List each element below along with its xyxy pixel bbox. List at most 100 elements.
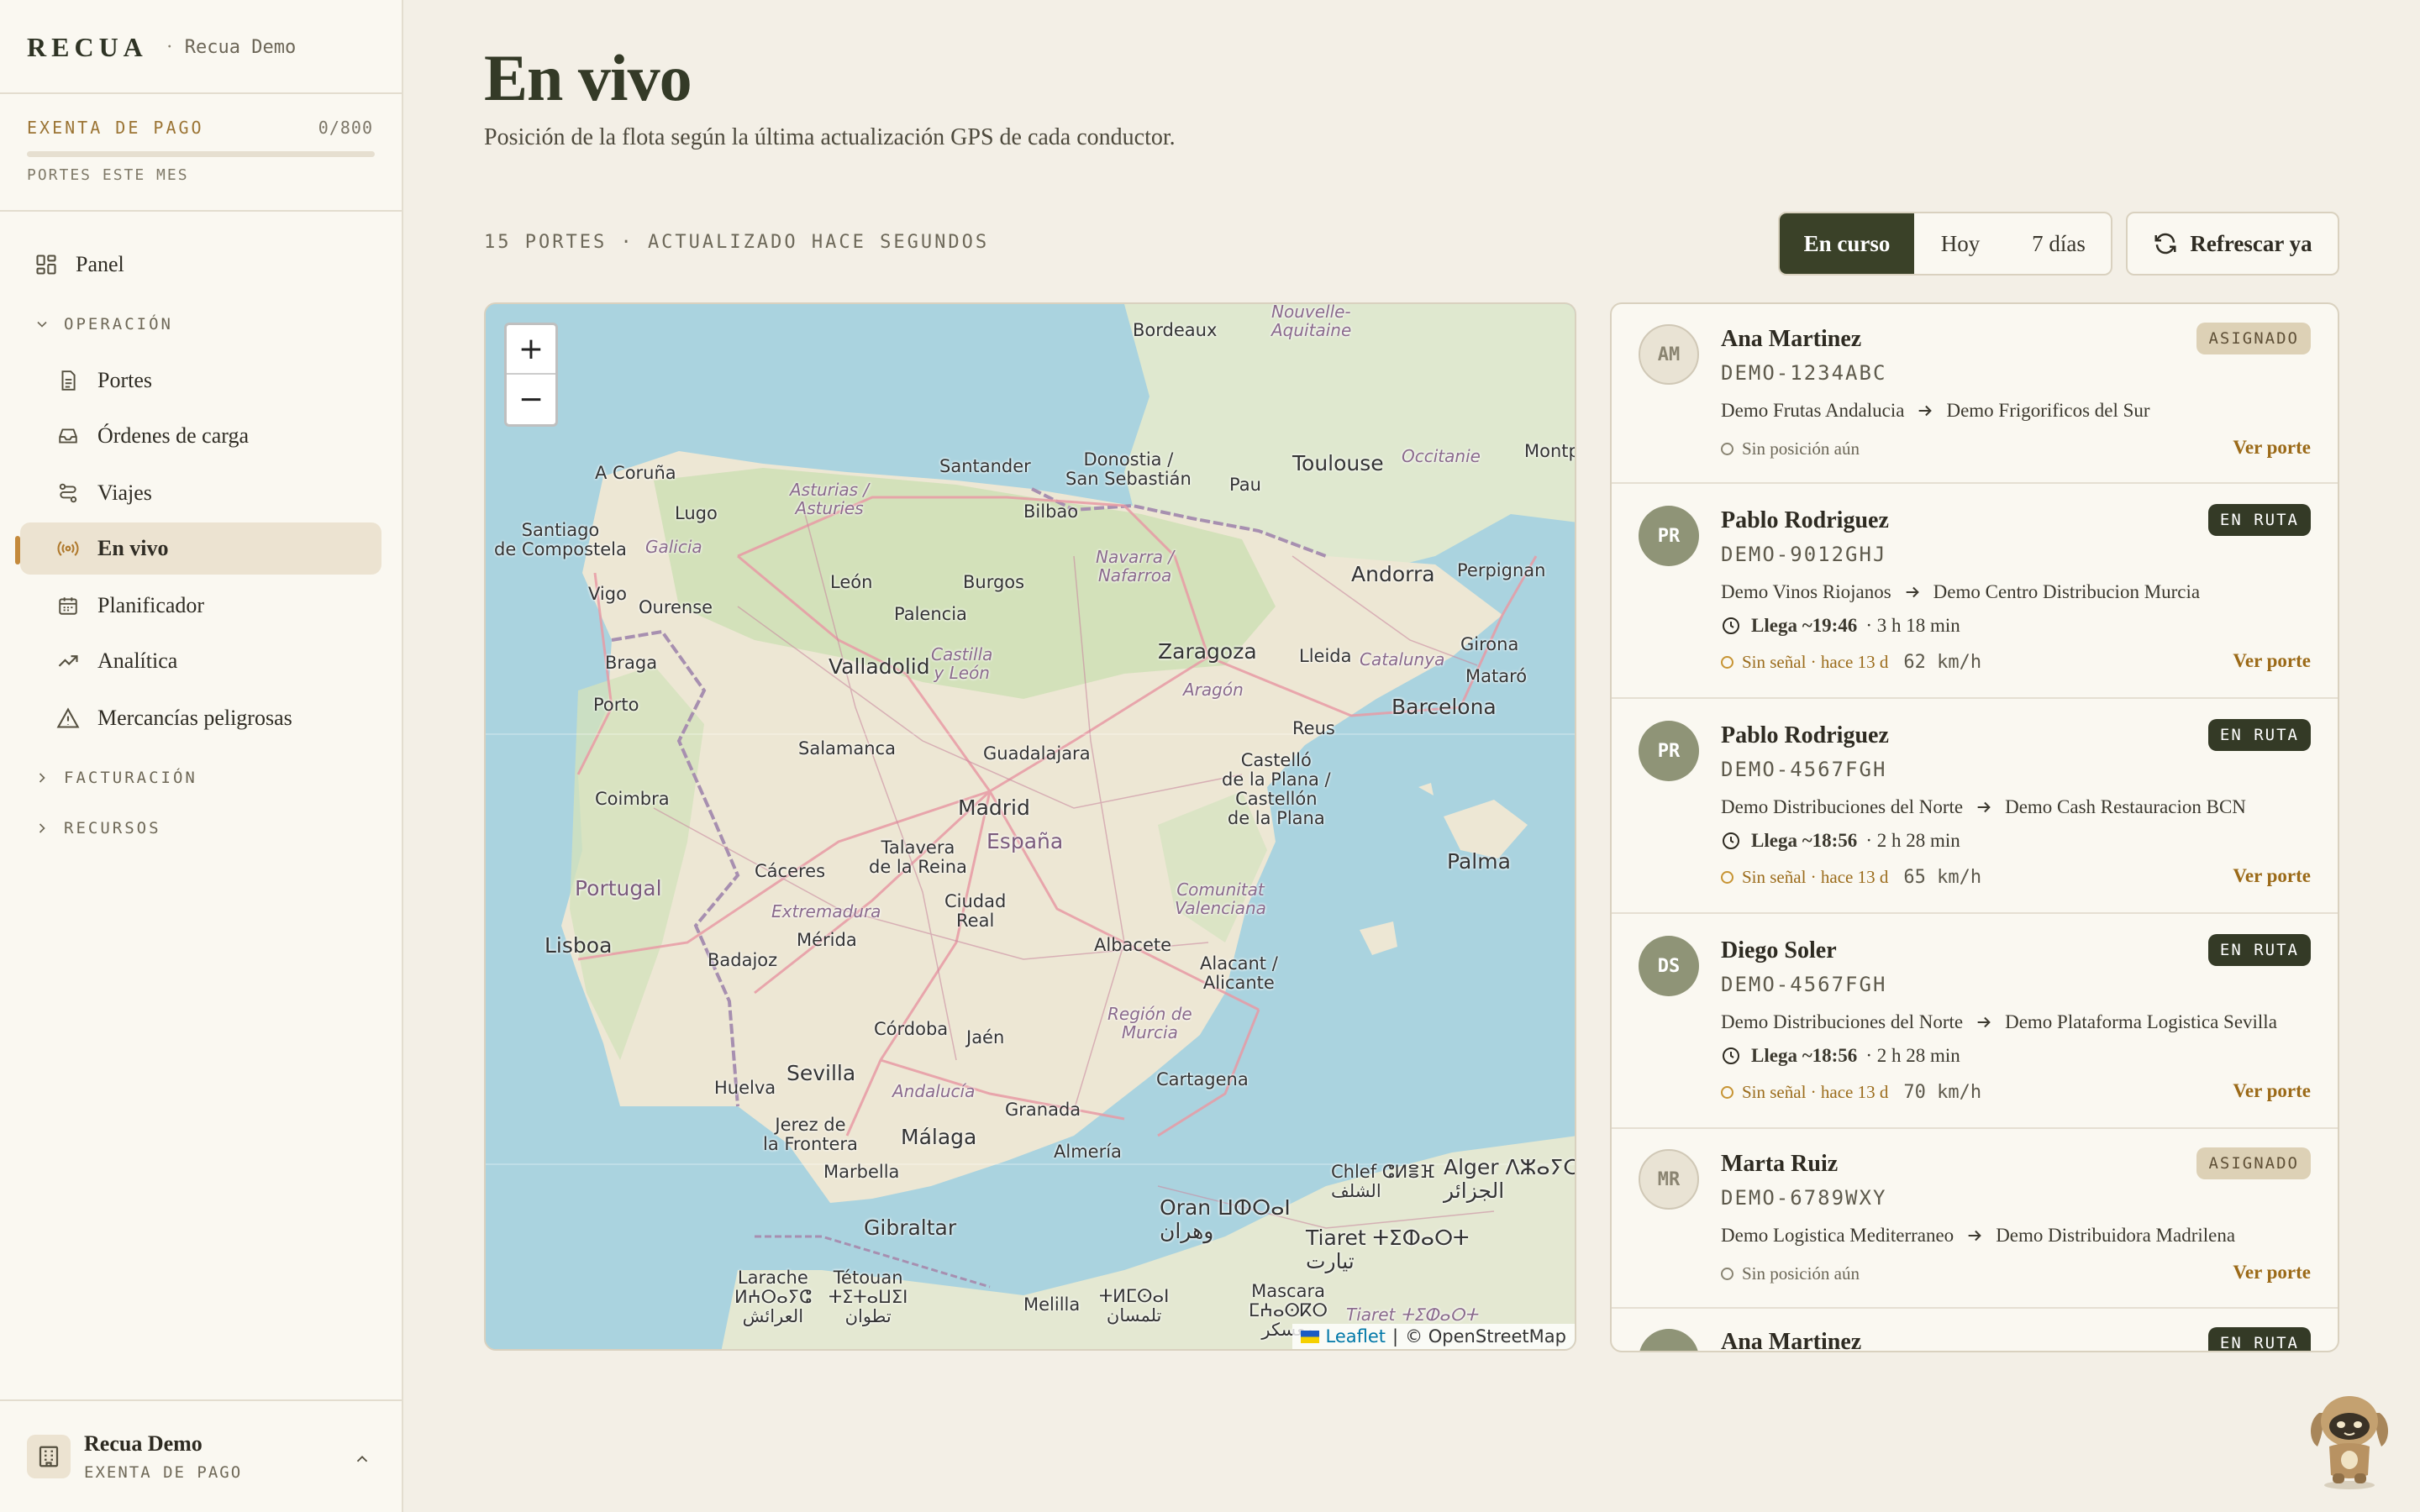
calendar-icon — [55, 593, 81, 618]
leaflet-link[interactable]: Leaflet — [1326, 1326, 1386, 1347]
map-label: Melilla — [1023, 1294, 1081, 1315]
clock-icon — [1721, 1046, 1741, 1066]
refresh-button[interactable]: Refrescar ya — [2126, 212, 2339, 276]
view-porte-link[interactable]: Ver porte — [2233, 1262, 2311, 1284]
filter-7-dias[interactable]: 7 días — [2007, 213, 2111, 274]
sidebar-item-label: Planificador — [97, 593, 205, 617]
refresh-button-label: Refrescar ya — [2190, 230, 2312, 256]
map-label: Comunitat Valenciana — [1175, 879, 1266, 918]
map-label: Sevilla — [786, 1061, 856, 1085]
fleet-list[interactable]: AM Ana Martinez DEMO-1234ABC ASIGNADO De… — [1610, 302, 2339, 1352]
map-label: Reus — [1292, 718, 1335, 738]
map-label: Palma — [1447, 849, 1511, 874]
route-origin: Demo Frutas Andalucia — [1721, 400, 1905, 421]
map-label: Guadalajara — [983, 743, 1091, 764]
nav-group-recursos[interactable]: RECURSOS — [34, 813, 161, 843]
sidebar-item-analitica[interactable]: Analítica — [20, 635, 381, 687]
map-label: Pau — [1229, 475, 1261, 495]
list-item[interactable]: AM Ana Martinez DEMO-1234ABC ASIGNADO De… — [1612, 304, 2338, 484]
sidebar-item-ordenes[interactable]: Órdenes de carga — [20, 410, 381, 462]
map-label: Santiago de Compostela — [494, 520, 627, 560]
map-label: Larache ⵍⵄⵔⴰⵢⵛ العرائش — [734, 1268, 812, 1327]
sidebar-item-viajes[interactable]: Viajes — [20, 467, 381, 519]
nav-group-facturacion[interactable]: FACTURACIÓN — [34, 763, 197, 793]
map-label: Valladolid — [829, 654, 930, 679]
attribution-separator: | — [1392, 1326, 1399, 1347]
filter-en-curso[interactable]: En curso — [1780, 213, 1914, 274]
quota-label: EXENTA DE PAGO — [27, 118, 204, 138]
account-name: Recua Demo — [84, 1431, 203, 1456]
map-label: Burgos — [963, 572, 1025, 592]
nav-group-operacion[interactable]: OPERACIÓN — [34, 309, 173, 339]
map-label: Cáceres — [755, 861, 826, 881]
list-item[interactable]: AM Ana Martinez EN RUTA — [1612, 1309, 2338, 1351]
assistant-mascot-icon[interactable] — [2304, 1388, 2395, 1490]
map-label: Extremadura — [771, 901, 881, 921]
map-label: Bordeaux — [1133, 320, 1218, 340]
map-label: Nouvelle- Aquitaine — [1271, 302, 1352, 340]
view-porte-link[interactable]: Ver porte — [2233, 1080, 2311, 1102]
map-label: Huelva — [714, 1078, 776, 1098]
signal-status: Sin señal · hace 13 d 65 km/h — [1721, 867, 1981, 888]
status-badge: EN RUTA — [2207, 1327, 2311, 1351]
map-label: Montp — [1524, 441, 1576, 461]
signal-status: Sin señal · hace 13 d 62 km/h — [1721, 652, 1981, 673]
list-item[interactable]: PR Pablo Rodriguez DEMO-4567FGH EN RUTA … — [1612, 699, 2338, 914]
zoom-out-button[interactable]: − — [507, 375, 555, 424]
list-item[interactable]: DS Diego Soler DEMO-4567FGH EN RUTA Demo… — [1612, 914, 2338, 1129]
building-icon — [27, 1435, 71, 1478]
nav-panel[interactable]: Panel — [20, 239, 381, 291]
chevron-right-icon — [34, 820, 52, 837]
chevron-up-icon[interactable] — [350, 1446, 375, 1472]
view-porte-link[interactable]: Ver porte — [2233, 437, 2311, 459]
filter-hoy[interactable]: Hoy — [1914, 213, 2007, 274]
status-badge: ASIGNADO — [2196, 1147, 2311, 1179]
brand[interactable]: RECUA · Recua Demo — [27, 30, 296, 64]
zoom-in-button[interactable]: + — [507, 325, 555, 375]
map-label: Bilbao — [1023, 501, 1079, 522]
map-label: Navarra / Nafarroa — [1096, 547, 1175, 585]
status-line: 15 PORTES · ACTUALIZADO HACE SEGUNDOS — [484, 232, 990, 253]
map-label: Granada — [1005, 1100, 1081, 1120]
sidebar-item-mercancias[interactable]: Mercancías peligrosas — [20, 692, 381, 744]
map-label: Talavera de la Reina — [869, 837, 967, 878]
list-item[interactable]: PR Pablo Rodriguez DEMO-9012GHJ EN RUTA … — [1612, 484, 2338, 699]
route-destination: Demo Centro Distribucion Murcia — [1933, 581, 2201, 602]
account-switcher[interactable]: Recua Demo EXENTA DE PAGO — [0, 1399, 402, 1512]
warning-icon — [55, 706, 81, 731]
avatar: PR — [1639, 506, 1699, 566]
route-destination: Demo Distribuidora Madrilena — [1996, 1225, 2236, 1246]
vehicle-plate: DEMO-6789WXY — [1721, 1186, 1887, 1210]
eta-time: Llega ~18:56 — [1751, 1045, 1858, 1066]
route-origin: Demo Logistica Mediterraneo — [1721, 1225, 1954, 1246]
view-porte-link[interactable]: Ver porte — [2233, 650, 2311, 672]
signal-status: Sin posición aún — [1721, 438, 1860, 459]
sidebar-item-planificador[interactable]: Planificador — [20, 580, 381, 632]
osm-attribution[interactable]: © OpenStreetMap — [1405, 1326, 1566, 1347]
driver-name: Pablo Rodriguez — [1721, 507, 1889, 533]
list-item[interactable]: MR Marta Ruiz DEMO-6789WXY ASIGNADO Demo… — [1612, 1129, 2338, 1309]
map-label: Badajoz — [708, 950, 778, 970]
map-label: León — [830, 572, 873, 592]
arrow-right-icon — [1903, 583, 1922, 601]
map-label: España — [986, 829, 1064, 853]
driver-name: Pablo Rodriguez — [1721, 722, 1889, 748]
view-porte-link[interactable]: Ver porte — [2233, 865, 2311, 887]
status-badge: EN RUTA — [2207, 934, 2311, 966]
map-label: Alger ⴷⵣⴰⵢⵔ الجزائر — [1444, 1155, 1576, 1203]
document-icon — [55, 368, 81, 393]
map-label: Coimbra — [595, 789, 670, 809]
page-title: En vivo — [484, 41, 692, 114]
sidebar-item-portes[interactable]: Portes — [20, 354, 381, 407]
fleet-map[interactable]: Bordeaux Nouvelle- Aquitaine Toulouse Oc… — [484, 302, 1576, 1351]
map-label: Aragón — [1183, 680, 1244, 700]
route: Demo Distribuciones del Norte Demo Plata… — [1721, 1011, 2277, 1033]
map-label: Chlef ⵛⵍⴻⴼ الشلف — [1331, 1162, 1435, 1202]
driver-name: Diego Soler — [1721, 937, 1837, 963]
map-label: Málaga — [901, 1125, 977, 1149]
sidebar-item-en-vivo[interactable]: En vivo — [20, 522, 381, 575]
sidebar-item-label: En vivo — [97, 536, 169, 560]
map-label: Ciudad Real — [944, 891, 1007, 932]
nav-group-recursos-label: RECURSOS — [64, 819, 161, 837]
sidebar-item-label: Órdenes de carga — [97, 423, 249, 448]
